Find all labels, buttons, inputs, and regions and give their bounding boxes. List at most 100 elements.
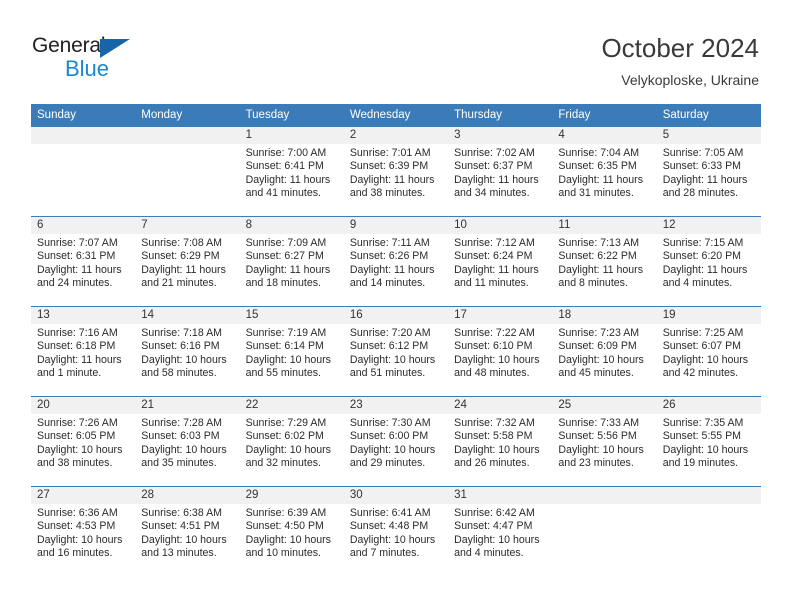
day-details: Sunrise: 7:16 AM Sunset: 6:18 PM Daylight:… [31, 324, 135, 381]
calendar-day-cell[interactable]: 15 Sunrise: 7:19 AM Sunset: 6:14 PM Dayligh… [239, 306, 344, 397]
calendar-day-cell[interactable]: 19 Sunrise: 7:25 AM Sunset: 6:07 PM Dayligh… [656, 306, 761, 397]
day-number: 26 [656, 397, 761, 414]
calendar-day-cell[interactable]: 2 Sunrise: 7:01 AM Sunset: 6:39 PM Daylight… [343, 126, 449, 217]
calendar-day-cell[interactable]: 26 Sunrise: 7:35 AM Sunset: 5:55 PM Dayligh… [656, 396, 761, 487]
day-number: 22 [239, 397, 344, 414]
calendar-day-cell-empty [656, 486, 761, 576]
sunset-text: Sunset: 6:37 PM [454, 160, 533, 173]
sunset-text: Sunset: 6:10 PM [454, 340, 533, 353]
calendar-day-cell[interactable]: 24 Sunrise: 7:32 AM Sunset: 5:58 PM Dayligh… [448, 396, 553, 487]
calendar-day-cell[interactable]: 16 Sunrise: 7:20 AM Sunset: 6:12 PM Dayligh… [343, 306, 449, 397]
daylight-text: Daylight: 10 hours and 19 minutes. [662, 443, 749, 470]
day-details: Sunrise: 7:02 AM Sunset: 6:37 PM Daylight:… [448, 144, 552, 201]
day-cell-inner [656, 487, 761, 576]
day-number [656, 487, 761, 504]
day-cell-inner: 26 Sunrise: 7:35 AM Sunset: 5:55 PM Dayligh… [656, 397, 761, 486]
calendar-day-cell[interactable]: 14 Sunrise: 7:18 AM Sunset: 6:16 PM Dayligh… [135, 306, 240, 397]
day-cell-inner: 25 Sunrise: 7:33 AM Sunset: 5:56 PM Dayligh… [552, 397, 657, 486]
sunrise-text: Sunrise: 7:28 AM [141, 417, 222, 429]
weekday-header-saturday: Saturday [656, 104, 761, 127]
calendar-day-cell[interactable]: 12 Sunrise: 7:15 AM Sunset: 6:20 PM Dayligh… [656, 216, 761, 307]
sunrise-text: Sunrise: 7:18 AM [141, 327, 222, 339]
calendar-day-cell[interactable]: 6 Sunrise: 7:07 AM Sunset: 6:31 PM Daylight… [31, 216, 136, 307]
sunset-text: Sunset: 6:16 PM [141, 340, 220, 353]
day-cell-inner: 28 Sunrise: 6:38 AM Sunset: 4:51 PM Dayligh… [135, 487, 240, 576]
day-number: 12 [656, 217, 761, 234]
daylight-text: Daylight: 11 hours and 24 minutes. [37, 263, 122, 290]
calendar-day-cell[interactable]: 27 Sunrise: 6:36 AM Sunset: 4:53 PM Dayligh… [31, 486, 136, 576]
calendar-day-cell[interactable]: 7 Sunrise: 7:08 AM Sunset: 6:29 PM Daylight… [135, 216, 240, 307]
day-details: Sunrise: 7:00 AM Sunset: 6:41 PM Daylight:… [240, 144, 344, 201]
calendar-week-row: 27 Sunrise: 6:36 AM Sunset: 4:53 PM Dayligh… [31, 486, 761, 576]
sunrise-text: Sunrise: 7:07 AM [37, 237, 118, 249]
day-number: 21 [135, 397, 240, 414]
day-cell-inner [135, 127, 240, 216]
sunrise-text: Sunrise: 6:41 AM [349, 507, 431, 519]
calendar-day-cell[interactable]: 21 Sunrise: 7:28 AM Sunset: 6:03 PM Dayligh… [135, 396, 240, 487]
sunset-text: Sunset: 6:27 PM [245, 250, 324, 263]
sunrise-text: Sunrise: 7:08 AM [141, 237, 222, 249]
calendar-day-cell[interactable]: 11 Sunrise: 7:13 AM Sunset: 6:22 PM Dayligh… [552, 216, 657, 307]
daylight-text: Daylight: 10 hours and 55 minutes. [245, 353, 331, 380]
day-cell-inner: 16 Sunrise: 7:20 AM Sunset: 6:12 PM Dayligh… [343, 307, 449, 396]
calendar-day-cell[interactable]: 13 Sunrise: 7:16 AM Sunset: 6:18 PM Dayligh… [31, 306, 136, 397]
sunset-text: Sunset: 5:55 PM [662, 430, 742, 443]
day-number: 7 [135, 217, 240, 234]
day-number: 9 [343, 217, 449, 234]
sunrise-text: Sunrise: 7:01 AM [349, 147, 431, 159]
day-number: 5 [656, 127, 761, 144]
calendar-day-cell[interactable]: 29 Sunrise: 6:39 AM Sunset: 4:50 PM Dayligh… [239, 486, 344, 576]
day-number [135, 127, 240, 144]
calendar-day-cell-empty [135, 126, 240, 217]
calendar-day-cell[interactable]: 17 Sunrise: 7:22 AM Sunset: 6:10 PM Dayligh… [448, 306, 553, 397]
calendar-day-cell[interactable]: 28 Sunrise: 6:38 AM Sunset: 4:51 PM Dayligh… [135, 486, 240, 576]
day-cell-inner: 1 Sunrise: 7:00 AM Sunset: 6:41 PM Daylight… [239, 127, 344, 216]
calendar-day-cell[interactable]: 31 Sunrise: 6:42 AM Sunset: 4:47 PM Dayligh… [448, 486, 553, 576]
calendar-day-cell[interactable]: 8 Sunrise: 7:09 AM Sunset: 6:27 PM Daylight… [239, 216, 344, 307]
calendar-day-cell[interactable]: 4 Sunrise: 7:04 AM Sunset: 6:35 PM Daylight… [552, 126, 657, 217]
sunrise-text: Sunrise: 6:39 AM [245, 507, 327, 519]
daylight-text: Daylight: 10 hours and 38 minutes. [37, 443, 123, 470]
daylight-text: Daylight: 10 hours and 51 minutes. [349, 353, 436, 380]
sunset-text: Sunset: 6:03 PM [141, 430, 220, 443]
calendar-day-cell[interactable]: 23 Sunrise: 7:30 AM Sunset: 6:00 PM Dayligh… [343, 396, 449, 487]
day-cell-inner: 24 Sunrise: 7:32 AM Sunset: 5:58 PM Dayligh… [448, 397, 553, 486]
day-cell-inner: 2 Sunrise: 7:01 AM Sunset: 6:39 PM Daylight… [343, 127, 449, 216]
general-blue-logo[interactable]: General Blue [32, 34, 172, 86]
calendar-day-cell[interactable]: 9 Sunrise: 7:11 AM Sunset: 6:26 PM Daylight… [343, 216, 449, 307]
calendar-day-cell[interactable]: 5 Sunrise: 7:05 AM Sunset: 6:33 PM Daylight… [656, 126, 761, 217]
sunrise-text: Sunrise: 7:15 AM [662, 237, 744, 249]
daylight-text: Daylight: 11 hours and 1 minute. [37, 353, 122, 380]
sunrise-text: Sunrise: 7:12 AM [454, 237, 535, 249]
calendar-day-cell[interactable]: 20 Sunrise: 7:26 AM Sunset: 6:05 PM Dayligh… [31, 396, 136, 487]
sunset-text: Sunset: 6:20 PM [662, 250, 742, 263]
calendar-day-cell[interactable]: 22 Sunrise: 7:29 AM Sunset: 6:02 PM Dayligh… [239, 396, 344, 487]
calendar-day-cell-empty [552, 486, 657, 576]
day-number: 17 [448, 307, 553, 324]
sunrise-text: Sunrise: 6:36 AM [37, 507, 118, 519]
day-details: Sunrise: 7:13 AM Sunset: 6:22 PM Daylight:… [552, 234, 656, 291]
calendar-day-cell[interactable]: 30 Sunrise: 6:41 AM Sunset: 4:48 PM Dayligh… [343, 486, 449, 576]
day-number: 27 [31, 487, 136, 504]
day-details: Sunrise: 7:33 AM Sunset: 5:56 PM Daylight:… [552, 414, 656, 471]
sunset-text: Sunset: 4:51 PM [141, 520, 220, 533]
sunset-text: Sunset: 6:41 PM [245, 160, 324, 173]
calendar-day-cell[interactable]: 3 Sunrise: 7:02 AM Sunset: 6:37 PM Daylight… [448, 126, 553, 217]
page-header: General Blue October 2024 Velykoploske, … [0, 0, 792, 104]
sunrise-text: Sunrise: 6:42 AM [454, 507, 535, 519]
calendar-day-cell[interactable]: 10 Sunrise: 7:12 AM Sunset: 6:24 PM Dayligh… [448, 216, 553, 307]
calendar-day-cell[interactable]: 25 Sunrise: 7:33 AM Sunset: 5:56 PM Dayligh… [552, 396, 657, 487]
sunrise-text: Sunrise: 7:20 AM [349, 327, 431, 339]
day-number: 18 [552, 307, 657, 324]
sunset-text: Sunset: 6:12 PM [349, 340, 429, 353]
sunset-text: Sunset: 6:09 PM [558, 340, 637, 353]
day-cell-inner: 8 Sunrise: 7:09 AM Sunset: 6:27 PM Daylight… [239, 217, 344, 306]
calendar-body: 1 Sunrise: 7:00 AM Sunset: 6:41 PM Daylight… [31, 126, 761, 576]
day-cell-inner: 22 Sunrise: 7:29 AM Sunset: 6:02 PM Dayligh… [239, 397, 344, 486]
calendar-day-cell[interactable]: 1 Sunrise: 7:00 AM Sunset: 6:41 PM Daylight… [239, 126, 344, 217]
calendar-day-cell[interactable]: 18 Sunrise: 7:23 AM Sunset: 6:09 PM Dayligh… [552, 306, 657, 397]
sunset-text: Sunset: 6:39 PM [349, 160, 429, 173]
day-number: 11 [552, 217, 657, 234]
weekday-header-tuesday: Tuesday [239, 104, 344, 127]
day-number: 29 [239, 487, 344, 504]
